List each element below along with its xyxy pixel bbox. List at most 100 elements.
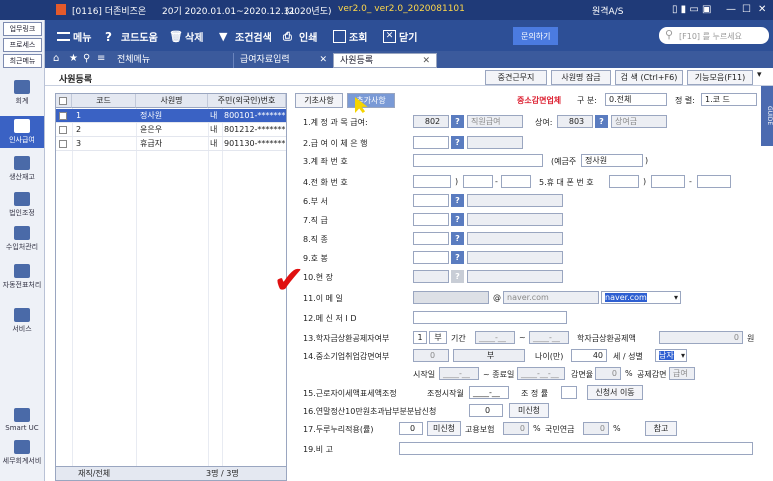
rank-input[interactable]: [413, 213, 449, 226]
search-ctrl-f6-button[interactable]: 검 색 (Ctrl+F6): [615, 70, 683, 85]
mobile-mid-input[interactable]: [651, 175, 685, 188]
window-layout-icons[interactable]: ▯ ▮ ▭ ▣: [672, 4, 711, 15]
header-code[interactable]: 코드: [72, 94, 136, 108]
employment-insurance-input[interactable]: 0: [503, 422, 529, 435]
national-pension-input[interactable]: 0: [583, 422, 609, 435]
step-input[interactable]: [413, 251, 449, 264]
gender-select[interactable]: 남자 ▾: [655, 349, 687, 362]
department-input[interactable]: [413, 194, 449, 207]
help-icon[interactable]: ?: [451, 194, 464, 207]
bonus-account-code[interactable]: 803: [557, 115, 593, 128]
installment-not-applied-button[interactable]: 미신청: [509, 403, 549, 418]
category-select[interactable]: 0.전체: [605, 93, 667, 106]
table-row[interactable]: 3 휴급자 내 901130-*******: [56, 137, 286, 151]
reference-button[interactable]: 참고: [645, 421, 677, 436]
help-icon[interactable]: ?: [451, 251, 464, 264]
sidebar-nav-import[interactable]: 수입처관리: [0, 226, 44, 252]
installment-flag-input[interactable]: 0: [469, 404, 503, 417]
mobile-last-input[interactable]: [697, 175, 731, 188]
phone-mid-input[interactable]: [463, 175, 493, 188]
tab-payroll-input[interactable]: 급여자료입력 ✕: [233, 53, 333, 68]
loan-period-to[interactable]: ____-__: [529, 331, 569, 344]
job-type-input[interactable]: [413, 232, 449, 245]
sidebar-nav-accounting[interactable]: 회계: [0, 80, 44, 106]
checkbox[interactable]: [59, 140, 67, 148]
checkbox[interactable]: [59, 126, 67, 134]
sidebar-nav-payroll[interactable]: 인사급여: [0, 116, 44, 148]
phone-area-input[interactable]: [413, 175, 451, 188]
help-icon[interactable]: ?: [451, 115, 464, 128]
close-window-icon[interactable]: ✕: [758, 4, 766, 15]
close-button[interactable]: ✕ 닫기: [383, 27, 417, 45]
remote-support-button[interactable]: 원격A/S: [592, 4, 623, 17]
help-icon[interactable]: ?: [595, 115, 608, 128]
age-input[interactable]: 40: [571, 349, 607, 362]
durunuri-not-applied-button[interactable]: 미신청: [427, 421, 461, 436]
sidebar-work-link-button[interactable]: 업무링크: [3, 22, 42, 36]
tab-close-icon[interactable]: ✕: [319, 53, 327, 68]
sidebar-recent-menu-button[interactable]: 최근메뉴: [3, 54, 42, 68]
select-all-header[interactable]: [56, 94, 72, 108]
loan-deduction-amount[interactable]: 0: [659, 331, 743, 344]
application-move-button[interactable]: 신청서 이동: [587, 385, 643, 400]
menu-button[interactable]: 메뉴: [57, 27, 91, 45]
table-row[interactable]: 1 정사원 내 800101-*******: [56, 109, 286, 123]
condition-search-button[interactable]: ▼ 조건검색: [219, 27, 272, 45]
maximize-icon[interactable]: ☐: [742, 4, 751, 15]
reduction-rate-input[interactable]: 0: [595, 367, 621, 380]
tab-all-menu[interactable]: 전체메뉴: [111, 53, 231, 68]
sidebar-nav-tax-service[interactable]: 세무회계서비: [0, 440, 44, 466]
tax-adjust-rate-input[interactable]: [561, 386, 577, 399]
header-rrn[interactable]: 주민(외국인)번호: [208, 94, 286, 108]
durunuri-rate-input[interactable]: 0: [399, 422, 423, 435]
sort-select[interactable]: 1.코 드: [701, 93, 757, 106]
email-domain-select[interactable]: naver.com ▾: [601, 291, 681, 304]
table-row[interactable]: 2 윤은우 내 801212-*******: [56, 123, 286, 137]
delete-button[interactable]: 🗑 삭제: [169, 27, 203, 45]
help-icon[interactable]: ?: [451, 213, 464, 226]
search-tab-icon[interactable]: ⚲: [83, 53, 90, 64]
checkbox[interactable]: [59, 112, 67, 120]
salary-account-code[interactable]: 802: [413, 115, 449, 128]
remarks-input[interactable]: [399, 442, 753, 455]
tab-close-icon[interactable]: ✕: [422, 54, 430, 69]
sidebar-nav-corporate[interactable]: 법인조정: [0, 192, 44, 218]
mid-work-button[interactable]: 중견근무지: [485, 70, 547, 85]
student-loan-flag-input[interactable]: 1: [413, 331, 427, 344]
account-number-input[interactable]: [413, 154, 543, 167]
phone-last-input[interactable]: [501, 175, 531, 188]
chevron-down-icon[interactable]: ▾: [757, 70, 762, 80]
site-input[interactable]: [413, 270, 449, 283]
sme-reduction-flag[interactable]: 0: [413, 349, 449, 362]
code-help-button[interactable]: ? 코드도움: [105, 27, 158, 45]
reduction-start-date[interactable]: ____-__: [439, 367, 479, 380]
loan-period-from[interactable]: ____-__: [475, 331, 515, 344]
function-menu-button[interactable]: 기능모음(F11): [687, 70, 753, 85]
tab-additional-info[interactable]: 추가사항: [347, 93, 395, 108]
inquiry-button[interactable]: 문의하기: [513, 27, 559, 45]
minimize-icon[interactable]: —: [726, 4, 736, 15]
checkbox[interactable]: [59, 97, 67, 105]
account-holder-input[interactable]: 정사원: [581, 154, 643, 167]
sidebar-process-button[interactable]: 프로세스: [3, 38, 42, 52]
tax-adjust-start-input[interactable]: ____-__: [469, 386, 509, 399]
bank-code-input[interactable]: [413, 136, 449, 149]
tab-basic-info[interactable]: 기초사항: [295, 93, 343, 108]
reduction-end-date[interactable]: ____-__-__: [517, 367, 565, 380]
email-domain-input[interactable]: naver.com: [503, 291, 599, 304]
home-icon[interactable]: ⌂: [53, 53, 59, 64]
star-icon[interactable]: ★: [69, 53, 78, 64]
sidebar-nav-production[interactable]: 생산재고: [0, 156, 44, 182]
header-name[interactable]: 사원명: [136, 94, 208, 108]
guide-tab[interactable]: GUIDE: [761, 86, 773, 146]
menu-tab-icon[interactable]: ≡: [97, 53, 105, 64]
sidebar-nav-auto-voucher[interactable]: 자동전표처리: [0, 264, 44, 290]
mobile-area-input[interactable]: [609, 175, 639, 188]
print-button[interactable]: ⎙ 인쇄: [283, 27, 317, 45]
help-icon[interactable]: ?: [451, 232, 464, 245]
email-id-input[interactable]: [413, 291, 489, 304]
sidebar-nav-smart-uc[interactable]: Smart UC: [0, 408, 44, 432]
help-icon[interactable]: ?: [451, 136, 464, 149]
lookup-button[interactable]: 조회: [333, 27, 367, 45]
sidebar-nav-service[interactable]: 서비스: [0, 308, 44, 334]
